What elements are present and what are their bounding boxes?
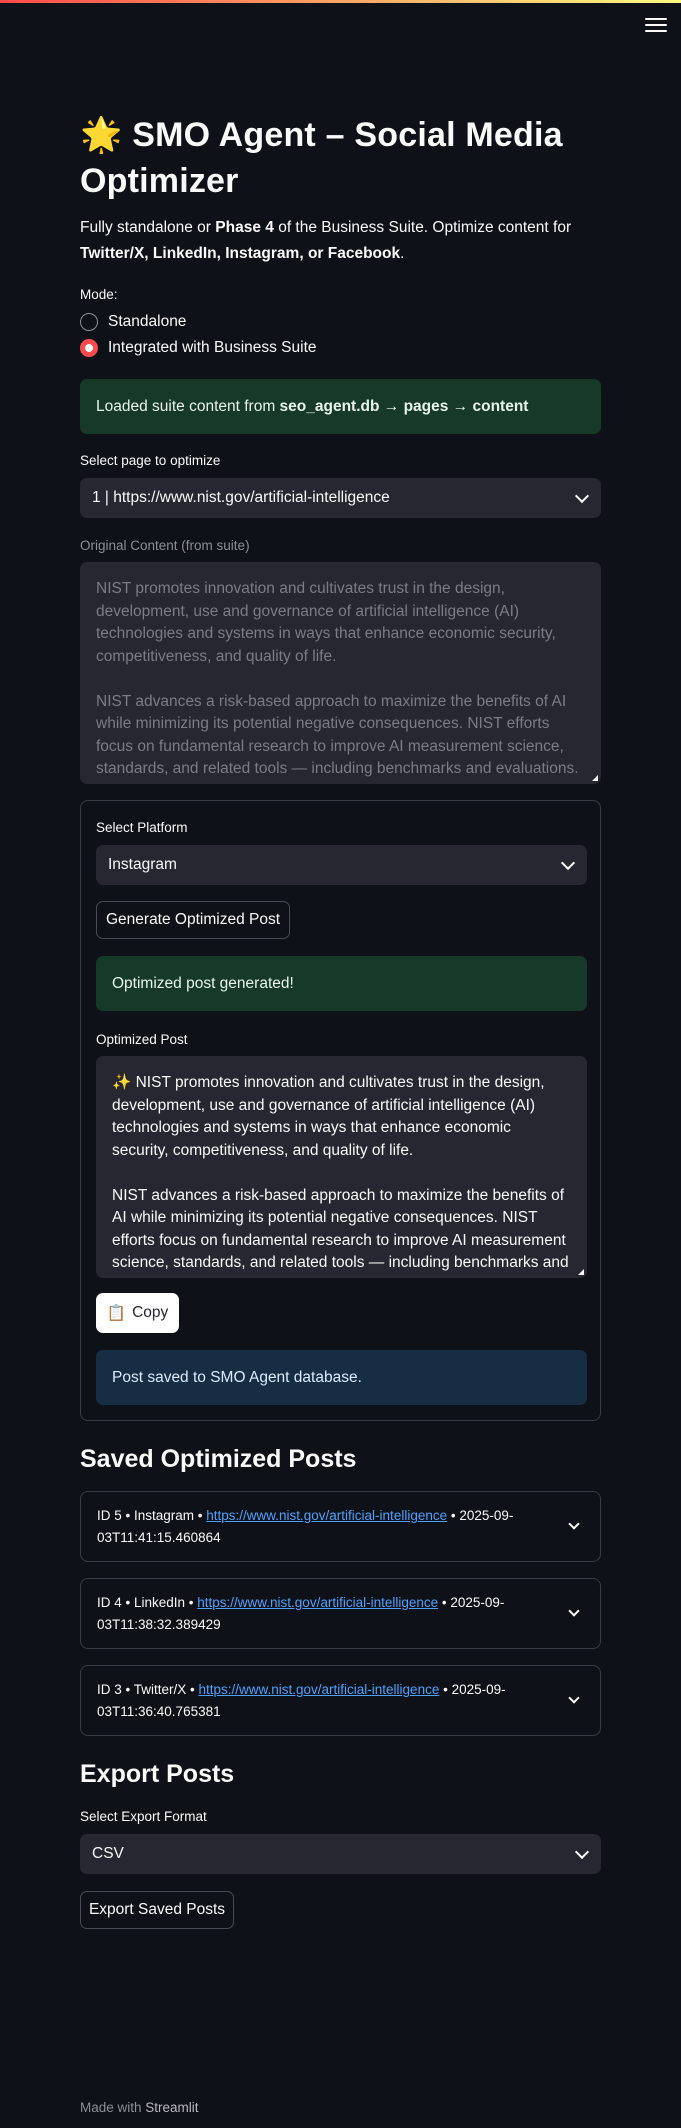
chevron-down-icon bbox=[568, 1691, 580, 1704]
mode-option-integrated[interactable]: Integrated with Business Suite bbox=[80, 339, 317, 357]
resize-handle-icon[interactable] bbox=[578, 1269, 584, 1275]
intro-text: Fully standalone or Phase 4 of the Busin… bbox=[80, 219, 572, 262]
page-select-label: Select page to optimize bbox=[80, 453, 221, 468]
clipboard-icon: 📋 bbox=[106, 1304, 127, 1322]
chevron-down-icon bbox=[568, 1517, 580, 1530]
saved-posts-heading: Saved Optimized Posts bbox=[80, 1445, 357, 1473]
top-decoration-bar bbox=[0, 0, 681, 3]
saved-post-url-link[interactable]: https://www.nist.gov/artificial-intellig… bbox=[197, 1595, 438, 1610]
radio-selected-icon[interactable] bbox=[80, 339, 98, 357]
saved-post-url-link[interactable]: https://www.nist.gov/artificial-intellig… bbox=[198, 1682, 439, 1697]
star-icon: 🌟 bbox=[80, 116, 123, 154]
mode-label: Mode: bbox=[80, 287, 118, 302]
hamburger-menu-icon[interactable] bbox=[645, 14, 667, 36]
copy-button[interactable]: 📋 Copy bbox=[96, 1293, 179, 1333]
page-title: 🌟 SMO Agent – Social Media Optimizer bbox=[80, 112, 601, 204]
platform-select[interactable]: Instagram bbox=[96, 845, 587, 885]
page-select[interactable]: 1 | https://www.nist.gov/artificial-inte… bbox=[80, 478, 601, 518]
platform-label: Select Platform bbox=[96, 820, 188, 835]
saved-post-expander[interactable]: ID 4 • LinkedIn • https://www.nist.gov/a… bbox=[80, 1578, 601, 1649]
resize-handle-icon bbox=[592, 775, 598, 781]
chevron-down-icon bbox=[560, 855, 576, 871]
saved-post-url-link[interactable]: https://www.nist.gov/artificial-intellig… bbox=[206, 1508, 447, 1523]
original-content-textarea: NIST promotes innovation and cultivates … bbox=[80, 562, 601, 784]
optimized-post-textarea[interactable]: ✨ NIST promotes innovation and cultivate… bbox=[96, 1056, 587, 1278]
optimized-post-label: Optimized Post bbox=[96, 1032, 188, 1047]
page-title-text: SMO Agent – Social Media Optimizer bbox=[80, 116, 563, 200]
chevron-down-icon bbox=[568, 1604, 580, 1617]
generation-success-alert: Optimized post generated! bbox=[96, 956, 587, 1011]
mode-option-standalone[interactable]: Standalone bbox=[80, 313, 186, 331]
saved-post-expander[interactable]: ID 5 • Instagram • https://www.nist.gov/… bbox=[80, 1491, 601, 1562]
saved-post-expander[interactable]: ID 3 • Twitter/X • https://www.nist.gov/… bbox=[80, 1665, 601, 1736]
export-heading: Export Posts bbox=[80, 1760, 235, 1788]
export-posts-button[interactable]: Export Saved Posts bbox=[80, 1891, 234, 1929]
chevron-down-icon bbox=[574, 488, 590, 504]
post-saved-alert: Post saved to SMO Agent database. bbox=[96, 1350, 587, 1405]
generate-post-button[interactable]: Generate Optimized Post bbox=[96, 901, 290, 939]
footer: Made with Streamlit bbox=[80, 2100, 199, 2115]
platform-container: Select Platform Instagram Generate Optim… bbox=[80, 800, 601, 1421]
suite-loaded-alert: Loaded suite content from seo_agent.db →… bbox=[80, 379, 601, 434]
chevron-down-icon bbox=[574, 1844, 590, 1860]
streamlit-link[interactable]: Streamlit bbox=[145, 2100, 198, 2115]
export-format-label: Select Export Format bbox=[80, 1809, 207, 1824]
export-format-select[interactable]: CSV bbox=[80, 1834, 601, 1874]
radio-icon[interactable] bbox=[80, 313, 98, 331]
original-content-label: Original Content (from suite) bbox=[80, 538, 250, 553]
